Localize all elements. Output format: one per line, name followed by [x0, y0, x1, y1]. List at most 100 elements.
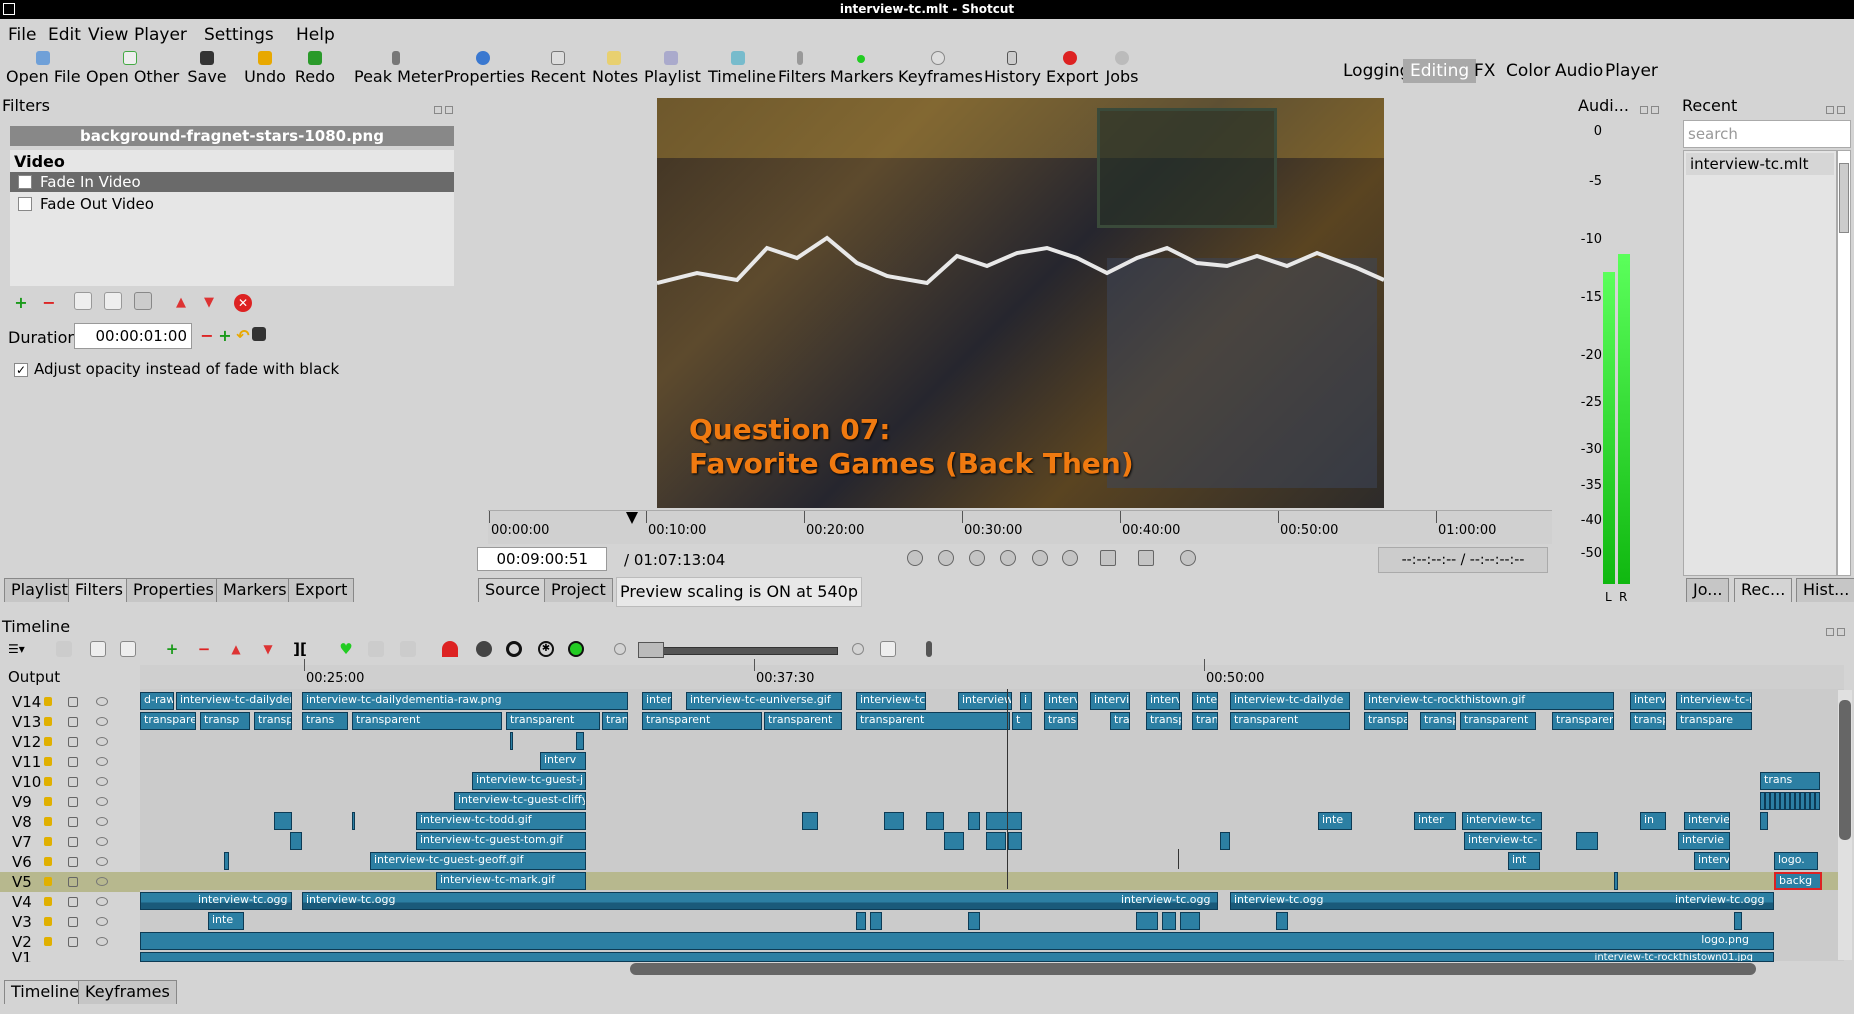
open-other-button[interactable]: Open Other	[86, 51, 179, 95]
tab-markers[interactable]: Markers	[216, 578, 294, 602]
clip-marker[interactable]	[1760, 812, 1768, 830]
clip[interactable]: interview-tc-	[1462, 812, 1542, 830]
hide-icon[interactable]	[96, 737, 108, 746]
lock-icon[interactable]	[44, 737, 52, 746]
clip-marker[interactable]	[1576, 832, 1598, 850]
ripple-icon[interactable]	[506, 641, 522, 657]
record-audio-icon[interactable]	[926, 641, 932, 657]
gps-icon[interactable]	[1180, 550, 1196, 566]
tab-timeline[interactable]: Timeline	[4, 980, 87, 1004]
clip[interactable]: interview-tc-guest-cliffyb.gi	[454, 792, 586, 810]
clip-marker[interactable]	[1734, 912, 1742, 930]
export-button[interactable]: Export	[1046, 51, 1098, 95]
clip[interactable]: transparent	[1230, 712, 1350, 730]
clip[interactable]: interview-tc-	[1464, 832, 1542, 850]
track-header-v5[interactable]: V5	[0, 872, 140, 892]
tab-export[interactable]: Export	[288, 578, 355, 602]
clip[interactable]: transparent	[1552, 712, 1614, 730]
track-header-v1[interactable]: V1	[0, 952, 140, 962]
tab-history[interactable]: Hist...	[1796, 578, 1854, 602]
keyframes-button[interactable]: Keyframes	[898, 51, 983, 95]
clip-marker[interactable]	[986, 812, 1022, 830]
clip-marker[interactable]	[1220, 832, 1230, 850]
duration-reset-icon[interactable]: ↶	[232, 325, 254, 347]
player-playhead[interactable]	[626, 512, 638, 524]
lock-icon[interactable]	[44, 757, 52, 766]
clip[interactable]: transparent	[764, 712, 842, 730]
clip-marker[interactable]	[1180, 912, 1200, 930]
player-ruler[interactable]: 00:00:00 00:10:00 00:20:00 00:30:00 00:4…	[488, 510, 1552, 544]
clip[interactable]: intervi	[1694, 852, 1730, 870]
prev-marker-icon[interactable]	[368, 641, 384, 657]
clip[interactable]: d-raw.	[140, 692, 174, 710]
track-header-v3[interactable]: V3	[0, 912, 140, 932]
workspace-player[interactable]: Player	[1598, 59, 1665, 83]
lock-icon[interactable]	[44, 897, 52, 906]
clip[interactable]: intervie	[1678, 832, 1730, 850]
redo-button[interactable]: Redo	[294, 51, 336, 95]
clip[interactable]: inte	[208, 912, 244, 930]
clip[interactable]: transp	[254, 712, 292, 730]
track-header-v12[interactable]: V12	[0, 732, 140, 752]
filter-enable-checkbox[interactable]	[18, 197, 32, 211]
hide-icon[interactable]	[96, 777, 108, 786]
clip[interactable]: tra	[1110, 712, 1130, 730]
menu-settings[interactable]: Settings	[204, 25, 274, 45]
playlist-button[interactable]: Playlist	[644, 51, 701, 95]
audio-dock-buttons[interactable]	[1640, 100, 1664, 114]
timeline-playhead[interactable]	[1007, 689, 1008, 889]
clip-marker[interactable]	[1136, 912, 1158, 930]
hide-icon[interactable]	[96, 917, 108, 926]
duration-save-icon[interactable]	[252, 327, 266, 341]
open-file-button[interactable]: Open File	[6, 51, 81, 95]
timeline-menu-icon[interactable]: ☰▾	[8, 641, 25, 657]
clip-marker[interactable]	[576, 732, 584, 750]
menu-player[interactable]: Player	[134, 25, 187, 45]
current-timecode-field[interactable]: 00:09:00:51	[477, 547, 607, 571]
lock-icon[interactable]	[44, 877, 52, 886]
tab-recent[interactable]: Rec...	[1734, 578, 1793, 602]
rewind-icon[interactable]	[938, 550, 954, 566]
workspace-fx[interactable]: FX	[1467, 59, 1502, 83]
move-up-icon[interactable]: ▲	[170, 292, 192, 314]
save-button[interactable]: Save	[186, 51, 228, 95]
clip[interactable]: logo.	[1774, 852, 1818, 870]
clip[interactable]: trans	[302, 712, 348, 730]
filter-enable-checkbox[interactable]: ✓	[18, 175, 32, 189]
notes-button[interactable]: Notes	[592, 51, 638, 95]
mute-icon[interactable]	[68, 857, 78, 867]
lock-icon[interactable]	[44, 917, 52, 926]
track-header-v8[interactable]: V8	[0, 812, 140, 832]
tab-properties[interactable]: Properties	[126, 578, 221, 602]
mute-icon[interactable]	[68, 937, 78, 947]
timeline-ruler[interactable]: 00:25:00 00:37:30 00:50:00	[140, 659, 1844, 689]
clip-marker[interactable]	[290, 832, 302, 850]
workspace-editing[interactable]: Editing	[1403, 59, 1477, 83]
hide-icon[interactable]	[96, 697, 108, 706]
paste-icon[interactable]	[120, 641, 136, 657]
clip-marker[interactable]	[1276, 912, 1288, 930]
clip-marker[interactable]	[1162, 912, 1176, 930]
clip-marker[interactable]	[944, 832, 964, 850]
recent-search-input[interactable]: search	[1683, 120, 1851, 148]
mute-icon[interactable]	[68, 897, 78, 907]
clip[interactable]: transp	[200, 712, 250, 730]
recent-scrollbar[interactable]	[1837, 150, 1851, 576]
track-header-v11[interactable]: V11	[0, 752, 140, 772]
clip[interactable]: logo.png	[140, 932, 1774, 950]
track-header-v4[interactable]: V4	[0, 892, 140, 912]
timeline-dock-buttons[interactable]	[1826, 622, 1850, 636]
peak-meter-button[interactable]: Peak Meter	[354, 51, 443, 95]
hide-icon[interactable]	[96, 897, 108, 906]
markers-button[interactable]: Markers	[830, 51, 894, 95]
clip[interactable]: interview-tc-dailydem	[176, 692, 292, 710]
clip-marker[interactable]	[968, 812, 980, 830]
clip[interactable]: inter	[1414, 812, 1456, 830]
filters-dock-buttons[interactable]	[434, 100, 458, 114]
clip[interactable]: interview	[1684, 812, 1730, 830]
menu-edit[interactable]: Edit	[48, 25, 81, 45]
copy-filter-icon[interactable]	[74, 292, 92, 310]
hide-icon[interactable]	[96, 857, 108, 866]
clip-marker[interactable]	[986, 832, 1006, 850]
track-header-v7[interactable]: V7	[0, 832, 140, 852]
